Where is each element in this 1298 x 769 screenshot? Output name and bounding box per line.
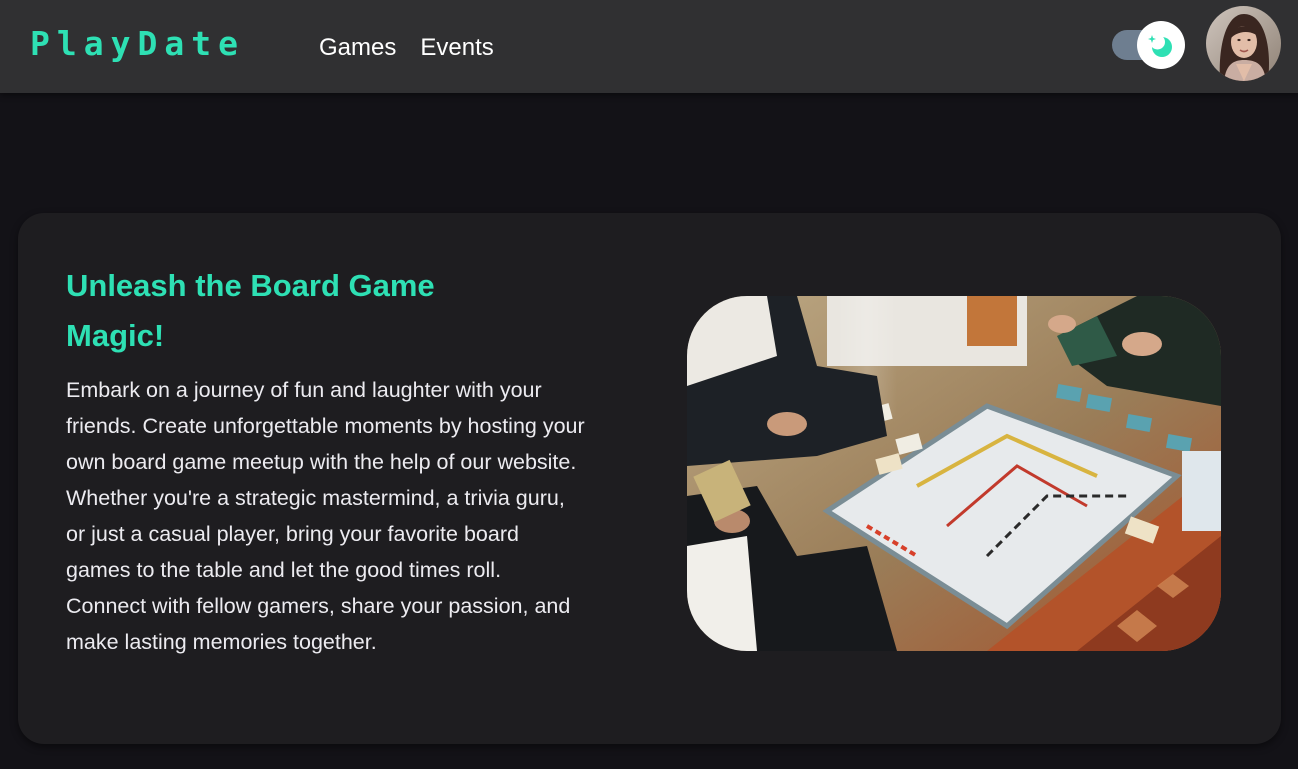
hero-title: Unleash the Board Game Magic! — [66, 268, 435, 353]
user-avatar[interactable] — [1206, 6, 1281, 81]
avatar-image — [1206, 6, 1281, 81]
hero-description: Embark on a journey of fun and laughter … — [66, 378, 585, 654]
nav-link-games[interactable]: Games — [319, 32, 396, 64]
theme-toggle[interactable] — [1112, 21, 1186, 69]
main-nav: Games Events — [319, 32, 494, 64]
toggle-knob — [1137, 21, 1185, 69]
board-game-photo — [687, 296, 1221, 651]
site-logo[interactable]: PlayDate — [30, 24, 245, 64]
moon-sparkle-icon — [1148, 34, 1172, 57]
top-navbar: PlayDate Games Events — [0, 0, 1298, 93]
nav-link-events[interactable]: Events — [420, 32, 493, 64]
hero-card: Unleash the Board Game Magic! Embark on … — [18, 213, 1281, 744]
board-game-illustration — [687, 296, 1221, 651]
